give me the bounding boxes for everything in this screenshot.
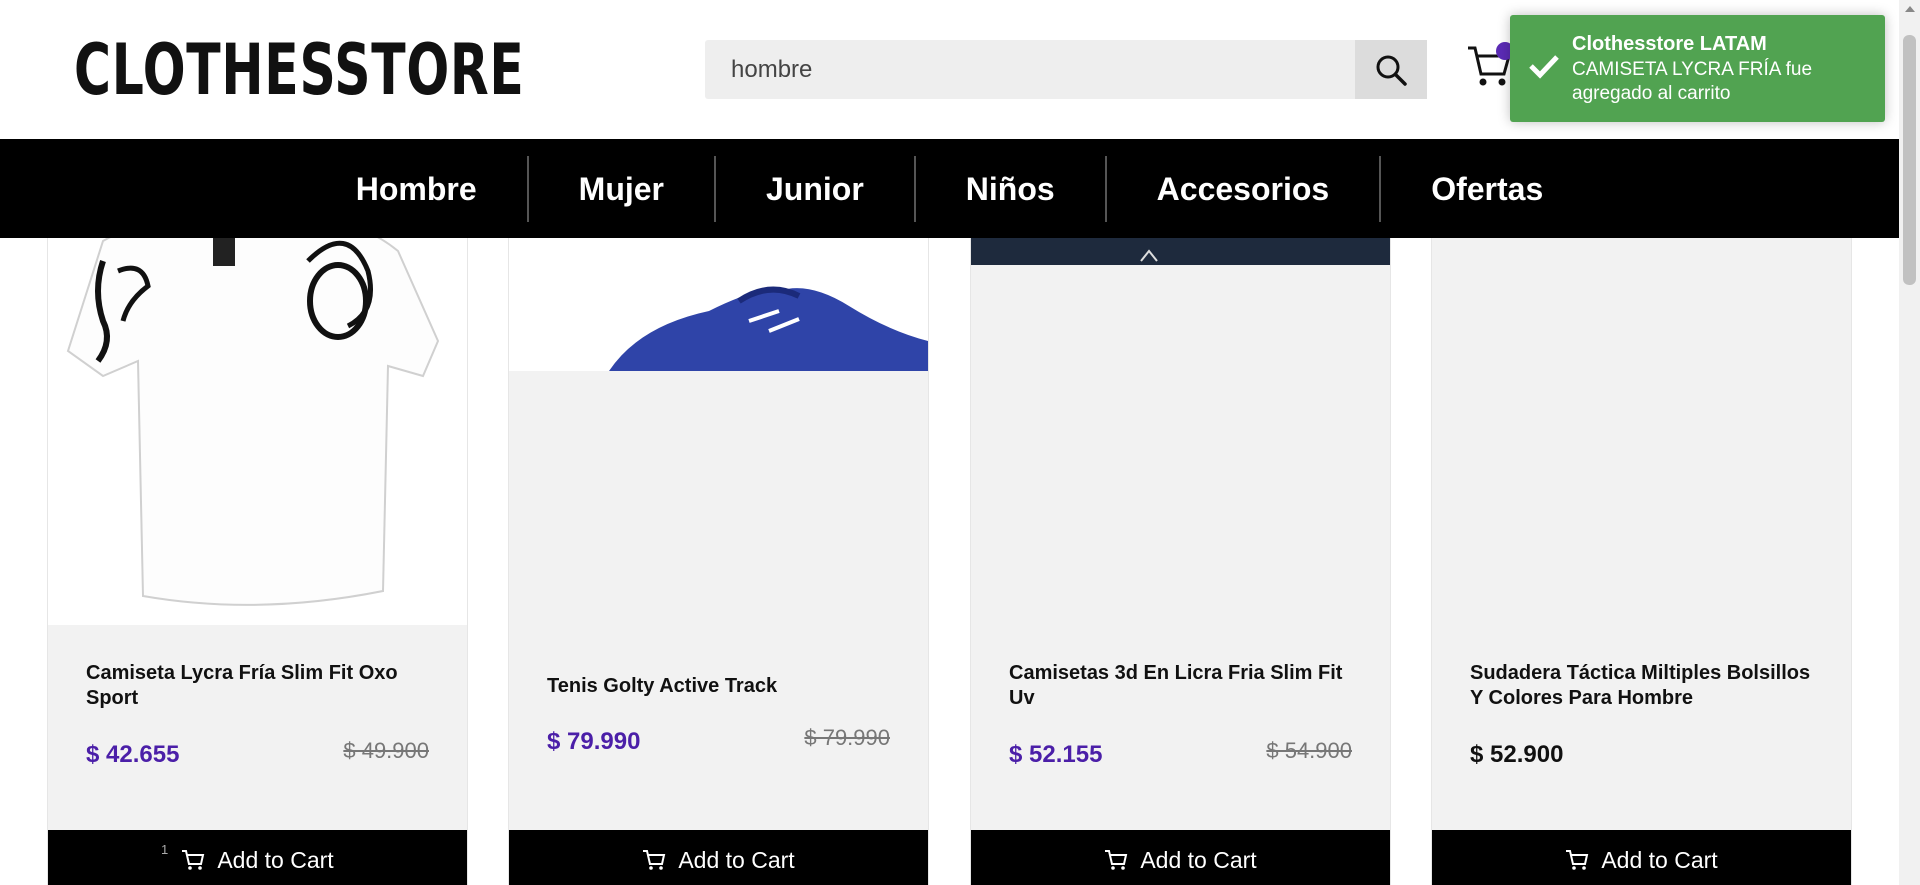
add-to-cart-button[interactable]: Add to Cart: [1432, 830, 1851, 885]
toast-title: Clothesstore LATAM: [1572, 33, 1767, 55]
product-card: Tenis Golty Active Track $ 79.990 $ 79.9…: [508, 181, 929, 885]
add-to-cart-label: Add to Cart: [1601, 846, 1718, 873]
product-price: $ 52.155: [1009, 741, 1103, 768]
product-price: $ 79.990: [547, 728, 641, 755]
site-logo[interactable]: CLOTHESSTORE: [74, 30, 525, 110]
cart-icon: [1105, 850, 1128, 870]
nav-item-ofertas[interactable]: Ofertas: [1381, 156, 1593, 222]
cart-icon: [182, 850, 205, 870]
product-card: Camiseta Lycra Fría Slim Fit Oxo Sport $…: [47, 181, 468, 885]
tshirt-image: [66, 211, 440, 606]
nav-item-junior[interactable]: Junior: [716, 156, 914, 222]
toast-notification[interactable]: Clothesstore LATAM CAMISETA LYCRA FRÍA f…: [1510, 15, 1885, 122]
cart-icon: [1566, 850, 1589, 870]
toast-message: CAMISETA LYCRA FRÍA fue agregado al carr…: [1572, 59, 1813, 104]
page: Camiseta Lycra Fría Slim Fit Oxo Sport $…: [0, 0, 1920, 885]
checkmark-icon: [1529, 55, 1559, 79]
search-input[interactable]: [705, 40, 1355, 99]
scrollbar[interactable]: [1899, 0, 1920, 885]
product-name[interactable]: Camiseta Lycra Fría Slim Fit Oxo Sport: [86, 661, 436, 711]
product-price: $ 42.655: [86, 741, 180, 768]
main-nav: Hombre Mujer Junior Niños Accesorios Ofe…: [0, 139, 1899, 238]
product-image[interactable]: [48, 201, 467, 625]
add-to-cart-label: Add to Cart: [1140, 846, 1257, 873]
header-cart[interactable]: [1466, 42, 1514, 92]
product-old-price: $ 79.990: [804, 725, 890, 750]
product-name[interactable]: Camisetas 3d En Licra Fria Slim Fit Uv: [1009, 661, 1359, 711]
product-name[interactable]: Tenis Golty Active Track: [547, 674, 897, 699]
search-bar: [705, 40, 1427, 99]
product-price: $ 52.900: [1470, 741, 1564, 768]
product-card: Sudadera Táctica Miltiples Bolsillos Y C…: [1431, 200, 1852, 885]
cart-icon: [643, 850, 666, 870]
cart-qty: 1: [161, 842, 169, 857]
add-to-cart-button[interactable]: 1 Add to Cart: [48, 830, 467, 885]
nav-item-ninos[interactable]: Niños: [916, 156, 1105, 222]
add-to-cart-button[interactable]: Add to Cart: [509, 830, 928, 885]
add-to-cart-label: Add to Cart: [678, 846, 795, 873]
search-icon: [1376, 55, 1407, 86]
product-old-price: $ 54.900: [1266, 738, 1352, 763]
scroll-up-arrow-icon[interactable]: [1905, 6, 1915, 12]
add-to-cart-label: Add to Cart: [217, 846, 334, 873]
search-button[interactable]: [1355, 40, 1427, 99]
nav-item-accesorios[interactable]: Accesorios: [1107, 156, 1380, 222]
product-card: Camisetas 3d En Licra Fria Slim Fit Uv $…: [970, 181, 1391, 885]
nav-item-mujer[interactable]: Mujer: [529, 156, 714, 222]
product-name[interactable]: Sudadera Táctica Miltiples Bolsillos Y C…: [1470, 661, 1820, 711]
product-old-price: $ 49.900: [343, 738, 429, 763]
add-to-cart-button[interactable]: Add to Cart: [971, 830, 1390, 885]
scrollbar-thumb[interactable]: [1903, 35, 1916, 285]
nav-item-hombre[interactable]: Hombre: [306, 156, 527, 222]
